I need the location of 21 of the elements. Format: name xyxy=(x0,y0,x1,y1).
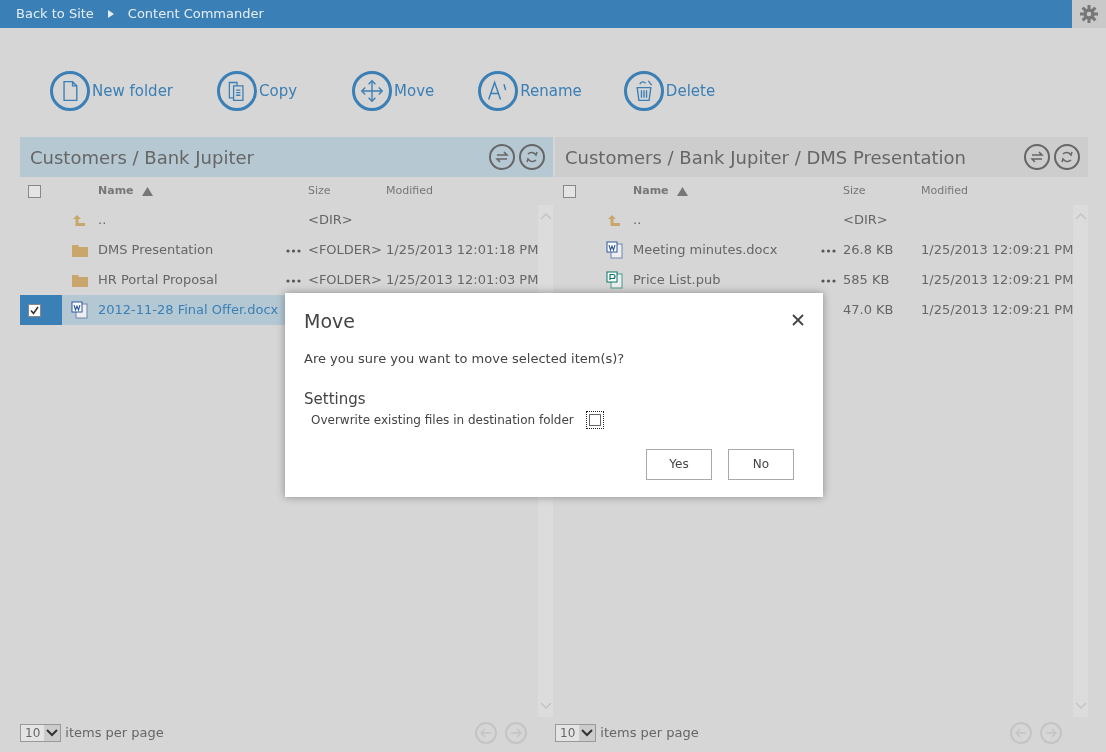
file-size: <FOLDER> xyxy=(308,241,383,260)
modified-date: 1/25/2013 12:01:03 PM xyxy=(386,271,539,290)
dialog-message: Are you sure you want to move selected item(s)? xyxy=(304,349,626,368)
modified-date: 1/25/2013 12:09:21 PM xyxy=(921,271,1074,290)
file-size: 47.0 KB xyxy=(843,301,895,320)
modified-date: 1/25/2013 12:09:21 PM xyxy=(921,241,1074,260)
file-size: 585 KB xyxy=(843,271,891,290)
page-size-label: items per page xyxy=(65,724,164,743)
file-size: <FOLDER> xyxy=(308,271,383,290)
file-size: 26.8 KB xyxy=(843,241,895,260)
file-size: <DIR> xyxy=(308,211,354,230)
folder-path: Customers / Bank Jupiter / DMS Presentation xyxy=(565,145,968,170)
page-size-label: items per page xyxy=(600,724,699,743)
site-title: Content Commander xyxy=(127,5,264,24)
settings-heading: Settings xyxy=(304,389,367,410)
dialog-title: Move xyxy=(304,309,355,334)
modified-date: 1/25/2013 12:01:18 PM xyxy=(386,241,539,260)
folder-path: Customers / Bank Jupiter xyxy=(30,145,255,170)
option-label: Overwrite existing files in destination folder xyxy=(311,411,574,429)
modified-date: 1/25/2013 12:09:21 PM xyxy=(921,301,1074,320)
file-size: <DIR> xyxy=(843,211,889,230)
